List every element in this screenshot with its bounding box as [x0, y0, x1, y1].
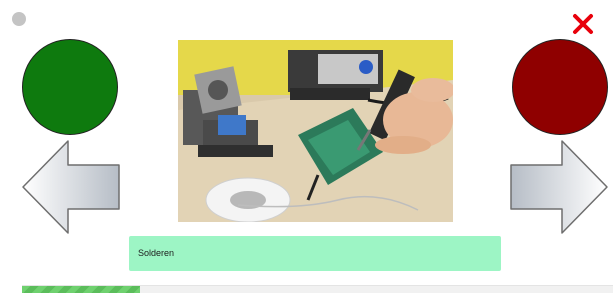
red-no-button[interactable]	[512, 39, 608, 135]
close-button[interactable]	[572, 13, 594, 35]
soldering-photo	[178, 40, 453, 222]
next-arrow-button[interactable]	[509, 139, 609, 235]
status-indicator-dot	[12, 12, 26, 26]
caption-label: Solderen	[129, 236, 501, 271]
close-icon	[573, 14, 593, 34]
green-yes-button[interactable]	[22, 39, 118, 135]
progress-fill	[22, 286, 141, 293]
arrow-right-icon	[510, 140, 608, 234]
arrow-left-icon	[22, 140, 120, 234]
progress-bar	[22, 285, 613, 293]
previous-arrow-button[interactable]	[21, 139, 121, 235]
